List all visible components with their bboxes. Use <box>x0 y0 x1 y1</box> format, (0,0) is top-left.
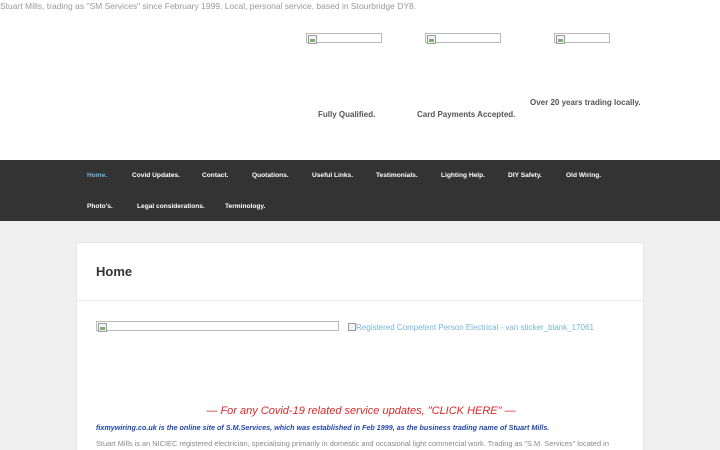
broken-image-icon <box>427 35 436 44</box>
broken-image-icon <box>98 323 107 332</box>
nav-item-old-wiring[interactable]: Old Wiring. <box>566 172 601 179</box>
about-text: Stuart Mills is an NICIEC registered ele… <box>96 439 609 448</box>
banner-image <box>96 321 339 332</box>
nav-item-quotations[interactable]: Quotations. <box>252 172 289 179</box>
nav-item-diy-safety[interactable]: DIY Safety. <box>508 172 542 179</box>
site-tagline: Stuart Mills, trading as "SM Services" s… <box>0 1 417 11</box>
feature-image-card-payments <box>425 33 501 44</box>
site-header: Stuart Mills, trading as "SM Services" s… <box>0 0 720 160</box>
content-card: Home Registered Competent Person Electri… <box>76 242 644 450</box>
covid-updates-link[interactable]: — For any Covid-19 related service updat… <box>77 405 645 417</box>
nav-item-photos[interactable]: Photo's. <box>87 203 113 210</box>
feature-card-payments: Card Payments Accepted. <box>417 110 516 119</box>
nav-item-testimonials[interactable]: Testimonials. <box>376 172 418 179</box>
broken-image-icon <box>308 35 317 44</box>
feature-fully-qualified: Fully Qualified. <box>318 110 376 119</box>
page-title: Home <box>96 264 133 279</box>
nav-item-home[interactable]: Home. <box>87 172 107 179</box>
main-nav: Home. Covid Updates. Contact. Quotations… <box>0 160 720 221</box>
nav-item-legal-considerations[interactable]: Legal considerations. <box>137 203 205 210</box>
feature-image-years-trading <box>554 33 610 44</box>
nav-item-terminology[interactable]: Terminology. <box>225 203 265 210</box>
intro-text: fixmywiring.co.uk is the online site of … <box>96 423 550 432</box>
broken-image-icon <box>556 35 565 44</box>
feature-image-qualified <box>306 33 382 44</box>
niceic-alt-text: Registered Competent Person Electrical -… <box>356 323 594 332</box>
broken-image-icon <box>348 323 356 331</box>
nav-item-contact[interactable]: Contact. <box>202 172 228 179</box>
page-header: Home <box>77 243 643 301</box>
nav-item-lighting-help[interactable]: Lighting Help. <box>441 172 485 179</box>
nav-item-useful-links[interactable]: Useful Links. <box>312 172 353 179</box>
nav-item-covid-updates[interactable]: Covid Updates. <box>132 172 180 179</box>
feature-years-trading: Over 20 years trading locally. <box>530 98 641 107</box>
niceic-registered-image-link[interactable]: Registered Competent Person Electrical -… <box>348 323 594 332</box>
